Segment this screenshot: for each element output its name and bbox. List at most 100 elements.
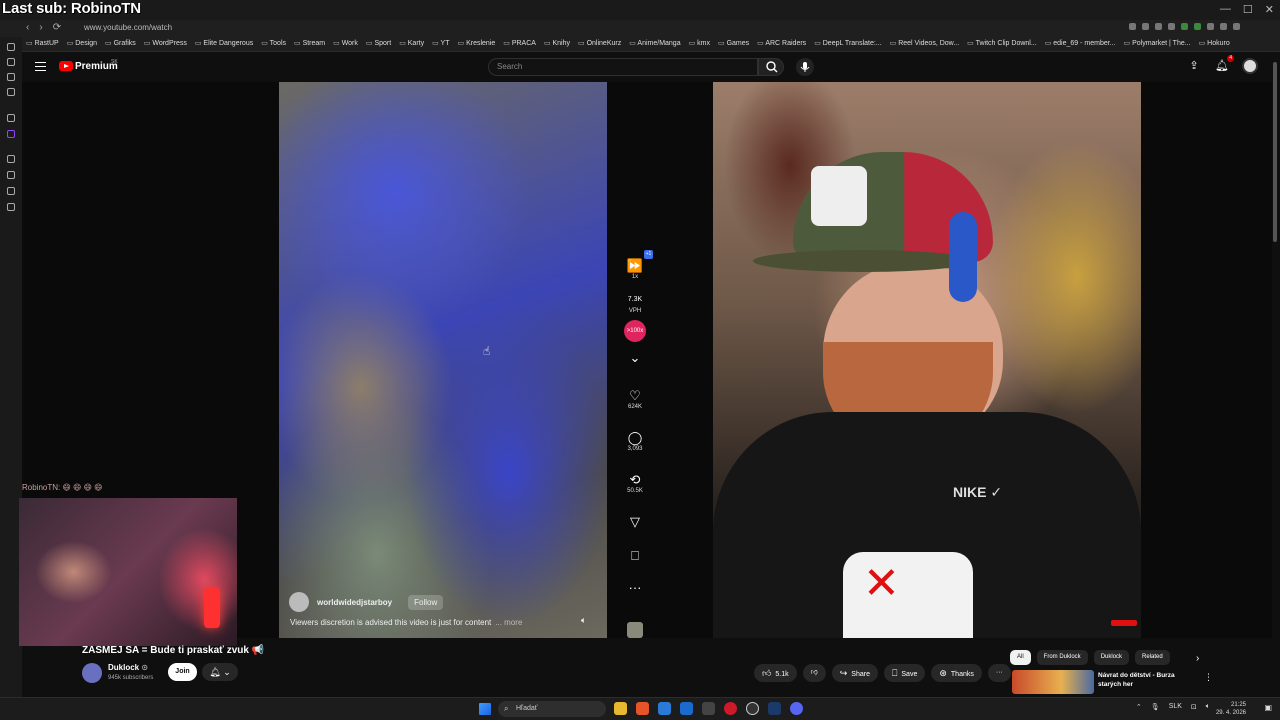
- page-scrollbar[interactable]: [1272, 52, 1278, 697]
- dislike-button[interactable]: 👎︎: [802, 664, 826, 682]
- sidebar-icon[interactable]: [7, 114, 15, 122]
- voice-search-button[interactable]: [796, 58, 814, 76]
- reload-icon[interactable]: ⟳: [53, 22, 61, 33]
- bookmark-item[interactable]: OnlineKurz: [578, 39, 622, 47]
- search-input[interactable]: Search: [488, 58, 758, 76]
- app-icon[interactable]: [658, 702, 671, 715]
- bookmark-item[interactable]: edie_69 - member...: [1045, 39, 1115, 47]
- sidebar-icon[interactable]: [7, 155, 15, 163]
- sidebar-icon[interactable]: [7, 88, 15, 96]
- bookmark-item[interactable]: Tools: [261, 39, 286, 47]
- brave-icon[interactable]: [636, 702, 649, 715]
- subscription-bell-button[interactable]: 🔔︎ ⌄: [202, 663, 238, 681]
- notification-center-icon[interactable]: ▣: [1264, 703, 1272, 712]
- discord-icon[interactable]: [790, 702, 803, 715]
- obs-icon[interactable]: [746, 702, 759, 715]
- upload-icon[interactable]: ⇪: [1186, 58, 1202, 74]
- sidebar-icon[interactable]: [7, 203, 15, 211]
- menu-icon[interactable]: [35, 62, 46, 71]
- verified-icon: ⊙: [141, 663, 149, 672]
- back-icon[interactable]: ‹: [26, 22, 29, 33]
- extension-icon[interactable]: [1207, 23, 1214, 30]
- bookmark-item[interactable]: Work: [333, 39, 358, 47]
- sidebar-icon[interactable]: [7, 171, 15, 179]
- language-indicator[interactable]: SLK: [1169, 703, 1182, 711]
- maximize-button[interactable]: ☐: [1243, 3, 1253, 16]
- bookmark-item[interactable]: Elite Dangerous: [195, 39, 253, 47]
- bookmark-item[interactable]: Polymarket | The...: [1124, 39, 1191, 47]
- sidebar-icon[interactable]: [7, 58, 15, 66]
- youtube-logo-icon[interactable]: [59, 61, 73, 71]
- chevron-up-icon[interactable]: ⌃: [1136, 703, 1142, 711]
- sidebar-icon[interactable]: [7, 187, 15, 195]
- taskbar-search[interactable]: ⌕ Hľadať: [498, 701, 606, 717]
- bookmark-item[interactable]: Reel Videos, Dow...: [890, 39, 959, 47]
- extension-icon[interactable]: [1142, 23, 1149, 30]
- bookmark-item[interactable]: Twitch Clip Downl...: [967, 39, 1037, 47]
- bookmark-item[interactable]: Design: [67, 39, 97, 47]
- extension-icon[interactable]: [1168, 23, 1175, 30]
- bookmark-item[interactable]: PRACA: [503, 39, 536, 47]
- filter-chip[interactable]: All: [1010, 650, 1031, 665]
- channel-avatar[interactable]: [82, 663, 102, 683]
- mic-tray-icon[interactable]: 🎙︎: [1151, 703, 1160, 711]
- channel-name[interactable]: Duklock ⊙: [108, 663, 148, 672]
- minimize-button[interactable]: —: [1220, 3, 1231, 16]
- bookmark-item[interactable]: WordPress: [144, 39, 187, 47]
- rail-repost: ⟲ 50.5K: [617, 472, 653, 494]
- rail-like: ♡ 624K: [617, 388, 653, 410]
- bookmark-item[interactable]: Anime/Manga: [629, 39, 680, 47]
- share-button[interactable]: ↪ Share: [831, 664, 878, 682]
- clock[interactable]: 21:25 29. 4. 2026: [1216, 701, 1246, 717]
- bookmark-item[interactable]: Games: [718, 39, 750, 47]
- file-explorer-icon[interactable]: [614, 702, 627, 715]
- join-button[interactable]: Join: [168, 663, 197, 681]
- chevron-right-icon[interactable]: ›: [1196, 653, 1199, 664]
- extension-icon[interactable]: [1194, 23, 1201, 30]
- like-button[interactable]: 👍︎ 5.1k: [754, 664, 797, 682]
- notifications-button[interactable]: 🔔︎ 4: [1214, 55, 1234, 74]
- extension-icon[interactable]: [1233, 23, 1240, 30]
- filter-chip[interactable]: Duklock: [1093, 650, 1130, 665]
- app-icon[interactable]: [702, 702, 715, 715]
- related-video-title[interactable]: Návrat do dětství - Burza starých her: [1098, 671, 1196, 689]
- bookmark-item[interactable]: Grafiks: [105, 39, 136, 47]
- search-button[interactable]: [758, 58, 784, 76]
- extension-icon[interactable]: [1155, 23, 1162, 30]
- extension-icon[interactable]: [1220, 23, 1227, 30]
- url-field[interactable]: www.youtube.com/watch: [84, 23, 172, 32]
- save-button[interactable]: ⎕ Save: [883, 664, 926, 682]
- related-menu-icon[interactable]: ⋮: [1204, 672, 1213, 683]
- extension-icon[interactable]: [1181, 23, 1188, 30]
- network-icon[interactable]: ⊡: [1191, 703, 1197, 711]
- extension-icon[interactable]: [1129, 23, 1136, 30]
- close-window-button[interactable]: ✕: [1265, 3, 1274, 16]
- windows-start-icon[interactable]: [479, 703, 491, 715]
- forward-icon[interactable]: ›: [39, 22, 42, 33]
- bookmark-item[interactable]: Sport: [366, 39, 391, 47]
- sidebar-icon[interactable]: [7, 73, 15, 81]
- related-video-thumbnail[interactable]: [1012, 670, 1094, 694]
- account-avatar[interactable]: [1242, 58, 1258, 74]
- volume-tray-icon[interactable]: 🔈︎: [1206, 703, 1210, 711]
- bookmark-item[interactable]: YT: [432, 39, 450, 47]
- scroll-thumb[interactable]: [1273, 62, 1277, 242]
- sidebar-icon[interactable]: [7, 43, 15, 51]
- app-icon[interactable]: [680, 702, 693, 715]
- opera-icon[interactable]: [724, 702, 737, 715]
- bookmark-item[interactable]: Hokuro: [1199, 39, 1230, 47]
- more-actions-button[interactable]: ···: [987, 664, 1011, 682]
- thanks-button[interactable]: ⊛ Thanks: [931, 664, 982, 682]
- bookmark-item[interactable]: Stream: [294, 39, 326, 47]
- bookmark-item[interactable]: DeepL Translate:...: [814, 39, 882, 47]
- bookmark-item[interactable]: ARC Raiders: [757, 39, 806, 47]
- bookmark-item[interactable]: RastUP: [26, 39, 59, 47]
- bookmark-item[interactable]: Kreslenie: [458, 39, 495, 47]
- twitch-icon[interactable]: [7, 130, 15, 138]
- bookmark-item[interactable]: Knihy: [544, 39, 571, 47]
- bookmark-item[interactable]: kmx: [689, 39, 710, 47]
- bookmark-item[interactable]: Karty: [399, 39, 424, 47]
- steam-icon[interactable]: [768, 702, 781, 715]
- filter-chip[interactable]: From Duklock: [1036, 650, 1088, 665]
- filter-chip[interactable]: Related: [1135, 650, 1170, 665]
